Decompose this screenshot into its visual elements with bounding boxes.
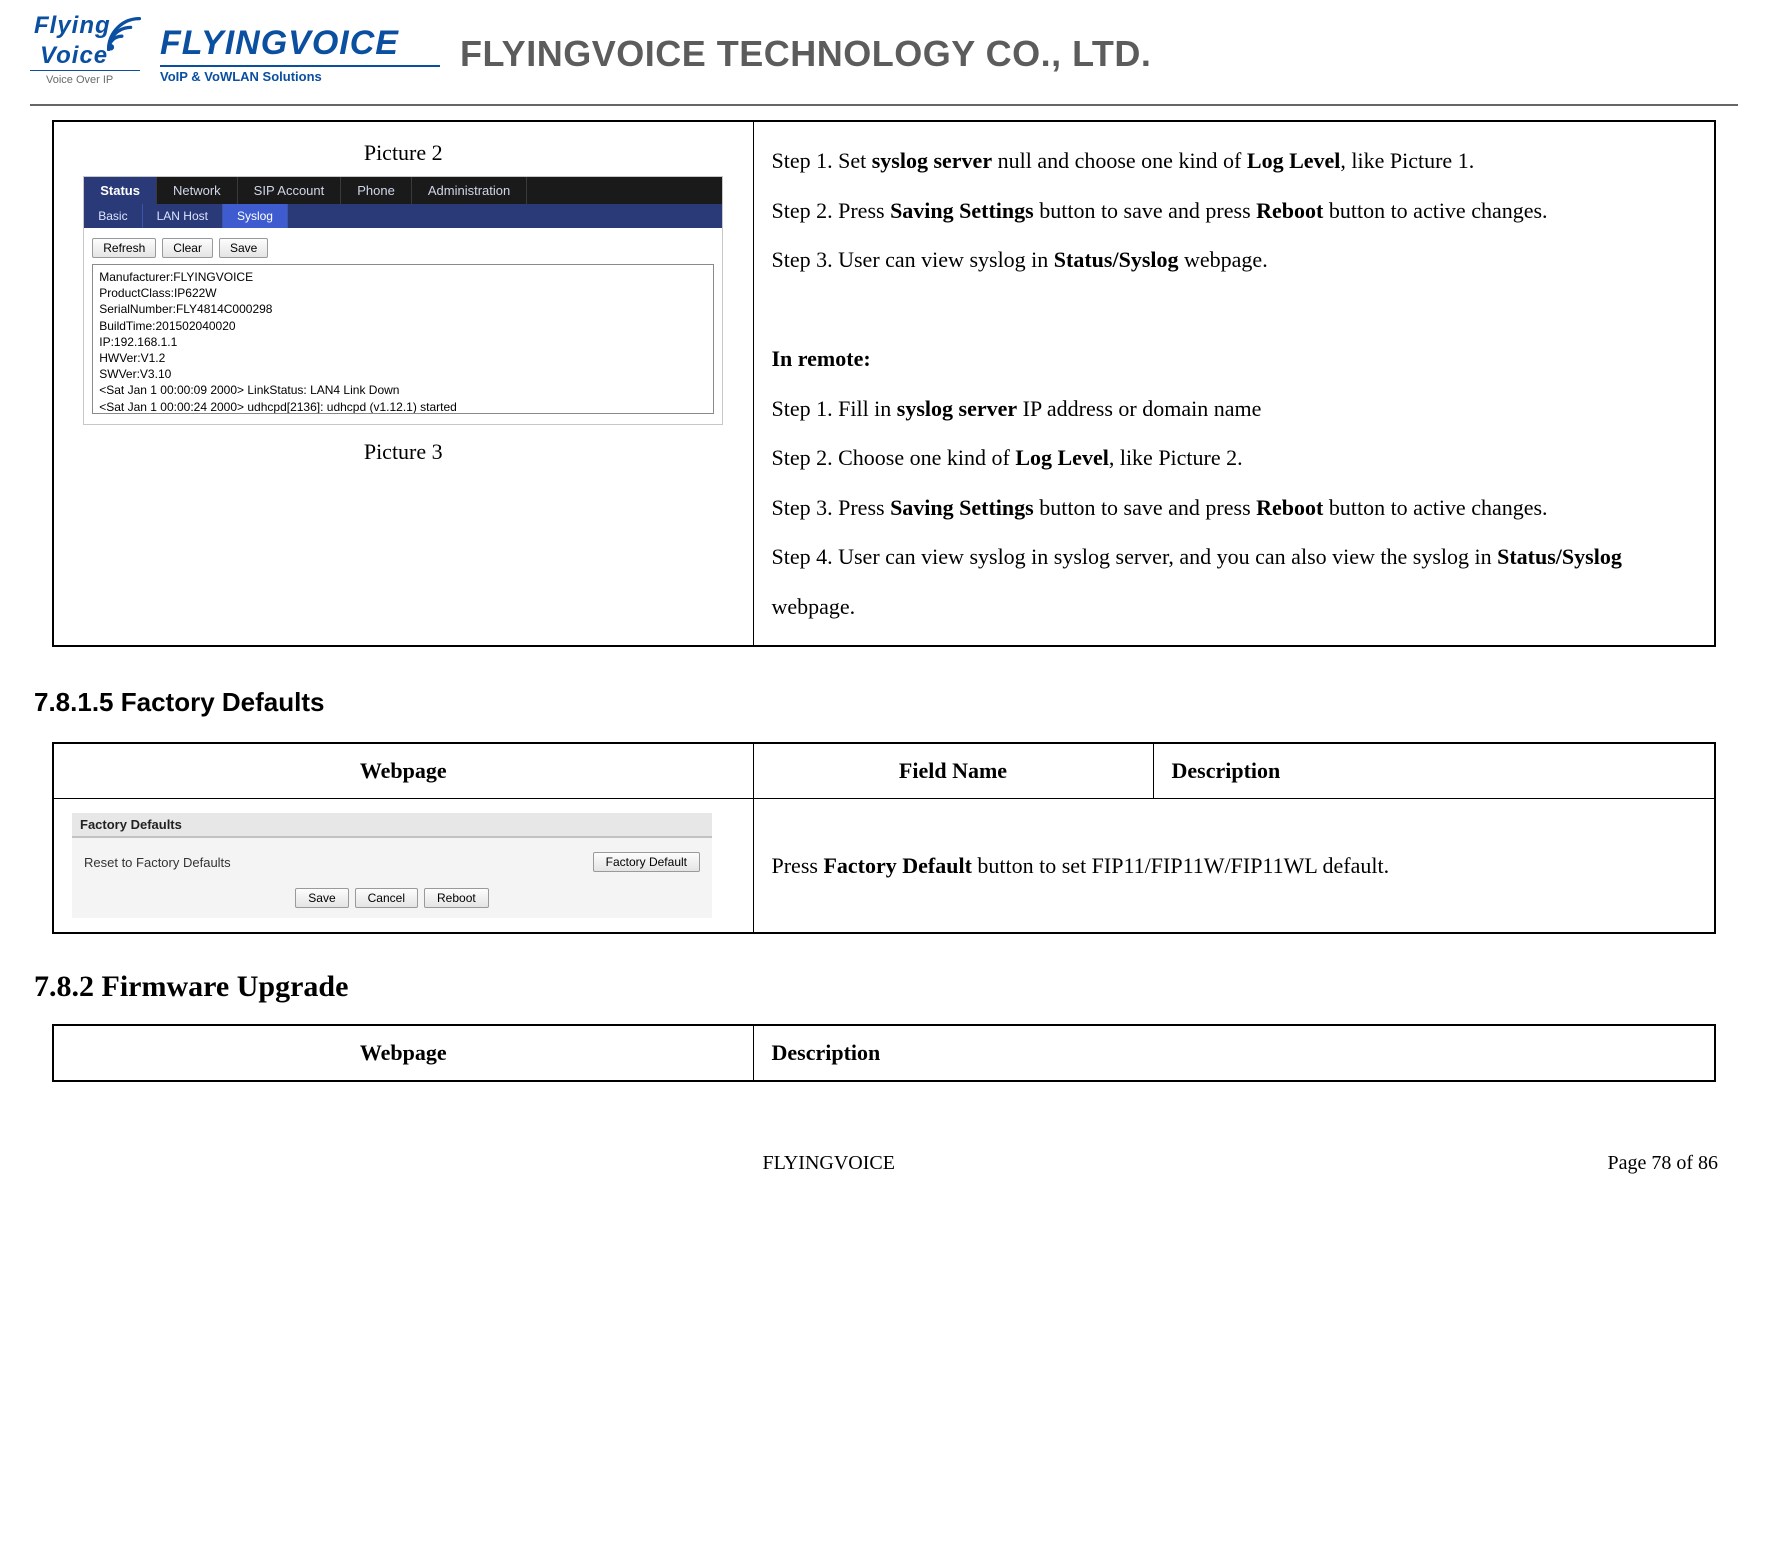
factory-shot-panel: Reset to Factory Defaults Factory Defaul… bbox=[72, 838, 712, 918]
screenshot-log-line: <Sat Jan 1 00:00:24 2000> udhcpd[2136]: … bbox=[99, 399, 707, 415]
wifi-arc-icon bbox=[102, 12, 146, 61]
screenshot-log-line: <Sat Jan 1 00:00:09 2000> LinkStatus: LA… bbox=[99, 382, 707, 398]
logo-square-rule bbox=[30, 70, 140, 71]
screenshot-main-tab[interactable]: Network bbox=[157, 177, 238, 204]
factory-header-webpage: Webpage bbox=[53, 743, 753, 799]
logo-square-line1: Flying bbox=[34, 12, 111, 40]
syslog-left-cell: Picture 2 StatusNetworkSIP AccountPhoneA… bbox=[53, 121, 753, 646]
screenshot-sub-tab[interactable]: Basic bbox=[84, 204, 142, 228]
factory-button-row: Save Cancel Reboot bbox=[84, 882, 700, 908]
page-header: Flying Voice Voice Over IP FLYINGVOICE V… bbox=[30, 0, 1738, 106]
factory-header-desc: Description bbox=[1153, 743, 1715, 799]
screenshot-main-tab[interactable]: Phone bbox=[341, 177, 412, 204]
screenshot-main-tabs: StatusNetworkSIP AccountPhoneAdministrat… bbox=[84, 177, 722, 204]
screenshot-log-line: HWVer:V1.2 bbox=[99, 350, 707, 366]
screenshot-log-line: IP:192.168.1.1 bbox=[99, 334, 707, 350]
screenshot-save-button[interactable]: Save bbox=[219, 238, 268, 258]
syslog-description-cell: Step 1. Set syslog server null and choos… bbox=[753, 121, 1715, 646]
logo-square-line2: Voice bbox=[40, 42, 108, 70]
logo-wide-brand: FLYINGVOICE bbox=[160, 24, 440, 63]
logo-square: Flying Voice Voice Over IP bbox=[30, 10, 140, 98]
logo-square-tag: Voice Over IP bbox=[46, 74, 113, 86]
factory-header-row: Webpage Field Name Description bbox=[53, 743, 1715, 799]
firmware-header-desc: Description bbox=[753, 1025, 1715, 1081]
syslog-table: Picture 2 StatusNetworkSIP AccountPhoneA… bbox=[52, 120, 1716, 647]
syslog-screenshot: StatusNetworkSIP AccountPhoneAdministrat… bbox=[83, 176, 723, 425]
page-footer: FLYINGVOICE Page 78 of 86 bbox=[50, 1152, 1718, 1175]
firmware-upgrade-table: Webpage Description bbox=[52, 1024, 1716, 1082]
factory-shot-title: Factory Defaults bbox=[72, 813, 712, 838]
factory-cancel-button[interactable]: Cancel bbox=[355, 888, 418, 908]
screenshot-button-row: Refresh Clear Save bbox=[84, 228, 722, 264]
screenshot-log-area: Manufacturer:FLYINGVOICEProductClass:IP6… bbox=[92, 264, 714, 414]
factory-body-row: Factory Defaults Reset to Factory Defaul… bbox=[53, 799, 1715, 934]
screenshot-refresh-button[interactable]: Refresh bbox=[92, 238, 156, 258]
screenshot-log-line: SerialNumber:FLY4814C000298 bbox=[99, 301, 707, 317]
screenshot-sub-tabs: BasicLAN HostSyslog bbox=[84, 204, 722, 228]
firmware-upgrade-heading: 7.8.2 Firmware Upgrade bbox=[34, 970, 1738, 1004]
screenshot-sub-tab[interactable]: Syslog bbox=[223, 204, 288, 228]
screenshot-main-tab[interactable]: SIP Account bbox=[238, 177, 342, 204]
firmware-header-row: Webpage Description bbox=[53, 1025, 1715, 1081]
screenshot-sub-tab[interactable]: LAN Host bbox=[143, 204, 223, 228]
picture2-caption: Picture 2 bbox=[70, 140, 737, 166]
factory-default-button[interactable]: Factory Default bbox=[593, 852, 700, 872]
footer-page-number: Page 78 of 86 bbox=[1607, 1152, 1718, 1175]
factory-header-field: Field Name bbox=[753, 743, 1153, 799]
factory-reset-row: Reset to Factory Defaults Factory Defaul… bbox=[84, 848, 700, 882]
screenshot-log-line: ProductClass:IP622W bbox=[99, 285, 707, 301]
factory-screenshot: Factory Defaults Reset to Factory Defaul… bbox=[72, 813, 712, 918]
factory-save-button[interactable]: Save bbox=[295, 888, 348, 908]
screenshot-main-tab[interactable]: Administration bbox=[412, 177, 527, 204]
screenshot-log-line: BuildTime:201502040020 bbox=[99, 318, 707, 334]
factory-reset-label: Reset to Factory Defaults bbox=[84, 855, 231, 870]
screenshot-log-line: SWVer:V3.10 bbox=[99, 366, 707, 382]
footer-center: FLYINGVOICE bbox=[50, 1152, 1607, 1175]
screenshot-main-tab[interactable]: Status bbox=[84, 177, 157, 204]
picture3-caption: Picture 3 bbox=[70, 439, 737, 465]
screenshot-log-line: Manufacturer:FLYINGVOICE bbox=[99, 269, 707, 285]
header-company-title: FLYINGVOICE TECHNOLOGY CO., LTD. bbox=[460, 33, 1151, 75]
firmware-header-webpage: Webpage bbox=[53, 1025, 753, 1081]
factory-defaults-table: Webpage Field Name Description Factory D… bbox=[52, 742, 1716, 934]
screenshot-clear-button[interactable]: Clear bbox=[162, 238, 213, 258]
logo-wide: FLYINGVOICE VoIP & VoWLAN Solutions bbox=[160, 24, 440, 84]
logo-wide-rule bbox=[160, 65, 440, 67]
factory-defaults-heading: 7.8.1.5 Factory Defaults bbox=[34, 687, 1738, 718]
factory-webpage-cell: Factory Defaults Reset to Factory Defaul… bbox=[53, 799, 753, 934]
factory-description-cell: Press Factory Default button to set FIP1… bbox=[753, 799, 1715, 934]
logo-wide-sub: VoIP & VoWLAN Solutions bbox=[160, 69, 440, 84]
factory-reboot-button[interactable]: Reboot bbox=[424, 888, 489, 908]
